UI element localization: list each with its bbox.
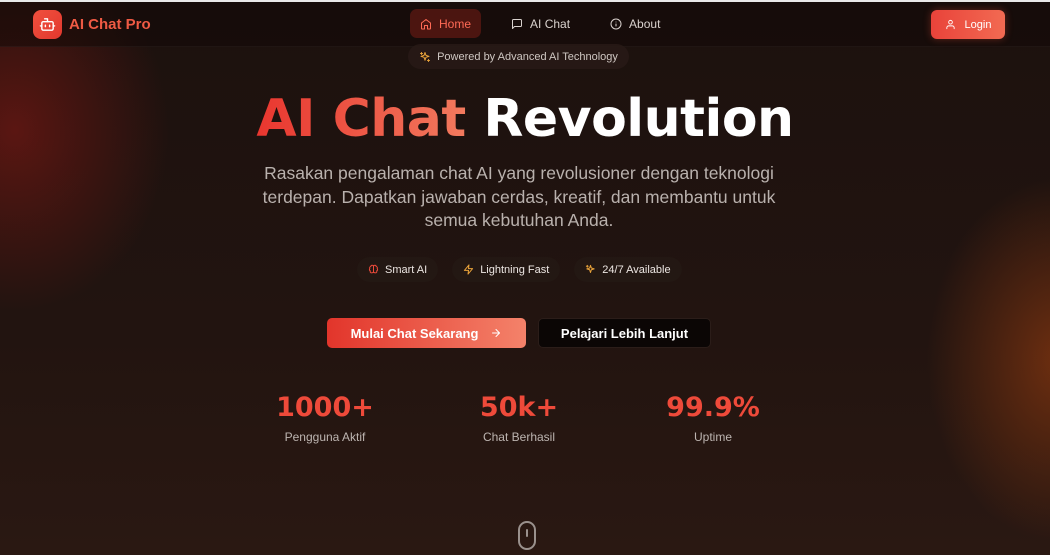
feature-badge-smart-ai: Smart AI xyxy=(357,257,439,282)
sparkles-icon xyxy=(585,264,596,275)
stat-value: 50k+ xyxy=(479,392,559,423)
feature-label: 24/7 Available xyxy=(602,263,671,276)
scroll-dot xyxy=(526,529,528,537)
nav-item-home[interactable]: Home xyxy=(410,9,482,38)
stat-label: Pengguna Aktif xyxy=(284,430,366,444)
stat-uptime: 99.9% Uptime xyxy=(623,391,803,444)
brand-name: AI Chat Pro xyxy=(69,16,151,33)
hero-subtitle: Rasakan pengalaman chat AI yang revolusi… xyxy=(262,163,776,230)
user-icon xyxy=(945,19,956,30)
powered-text: Powered by Advanced AI Technology xyxy=(437,50,618,63)
arrow-right-icon xyxy=(490,327,502,339)
hero-title: AI Chat Revolution xyxy=(0,86,1050,152)
feature-label: Lightning Fast xyxy=(480,263,550,276)
start-chat-label: Mulai Chat Sekarang xyxy=(350,325,479,341)
stat-label: Uptime xyxy=(693,430,732,444)
zap-icon xyxy=(463,264,474,275)
brain-icon xyxy=(368,264,379,275)
stat-active-users: 1000+ Pengguna Aktif xyxy=(235,391,415,444)
stat-successful-chats: 50k+ Chat Berhasil xyxy=(429,391,609,444)
message-square-icon xyxy=(511,18,523,30)
main-nav: Home AI Chat About xyxy=(410,9,670,38)
stat-label: Chat Berhasil xyxy=(482,430,556,444)
login-label: Login xyxy=(964,18,992,31)
hero-title-rest: Revolution xyxy=(483,89,794,149)
learn-more-button[interactable]: Pelajari Lebih Lanjut xyxy=(538,318,711,348)
stat-value: 1000+ xyxy=(276,392,374,423)
feature-badge-lightning-fast: Lightning Fast xyxy=(452,257,561,282)
login-button[interactable]: Login xyxy=(931,10,1005,39)
nav-item-label: About xyxy=(629,16,661,31)
nav-item-ai-chat[interactable]: AI Chat xyxy=(501,9,580,38)
info-icon xyxy=(610,18,622,30)
feature-label: Smart AI xyxy=(385,263,428,276)
hero-title-accent: AI Chat xyxy=(256,89,466,149)
feature-badge-available: 24/7 Available xyxy=(574,257,682,282)
start-chat-button[interactable]: Mulai Chat Sekarang xyxy=(327,318,526,348)
home-icon xyxy=(420,18,432,30)
nav-item-label: Home xyxy=(439,16,472,31)
bot-icon xyxy=(33,10,62,39)
stat-value: 99.9% xyxy=(666,392,760,423)
mouse-scroll-icon[interactable] xyxy=(518,521,536,550)
powered-badge: Powered by Advanced AI Technology xyxy=(408,44,629,69)
navbar: AI Chat Pro Home AI Chat About Login xyxy=(0,2,1050,47)
brand[interactable]: AI Chat Pro xyxy=(33,10,151,39)
learn-more-label: Pelajari Lebih Lanjut xyxy=(560,325,689,341)
nav-item-label: AI Chat xyxy=(530,16,571,31)
nav-item-about[interactable]: About xyxy=(600,9,670,38)
feature-badges: Smart AI Lightning Fast 24/7 Available xyxy=(357,257,682,282)
sparkles-icon xyxy=(419,51,431,63)
